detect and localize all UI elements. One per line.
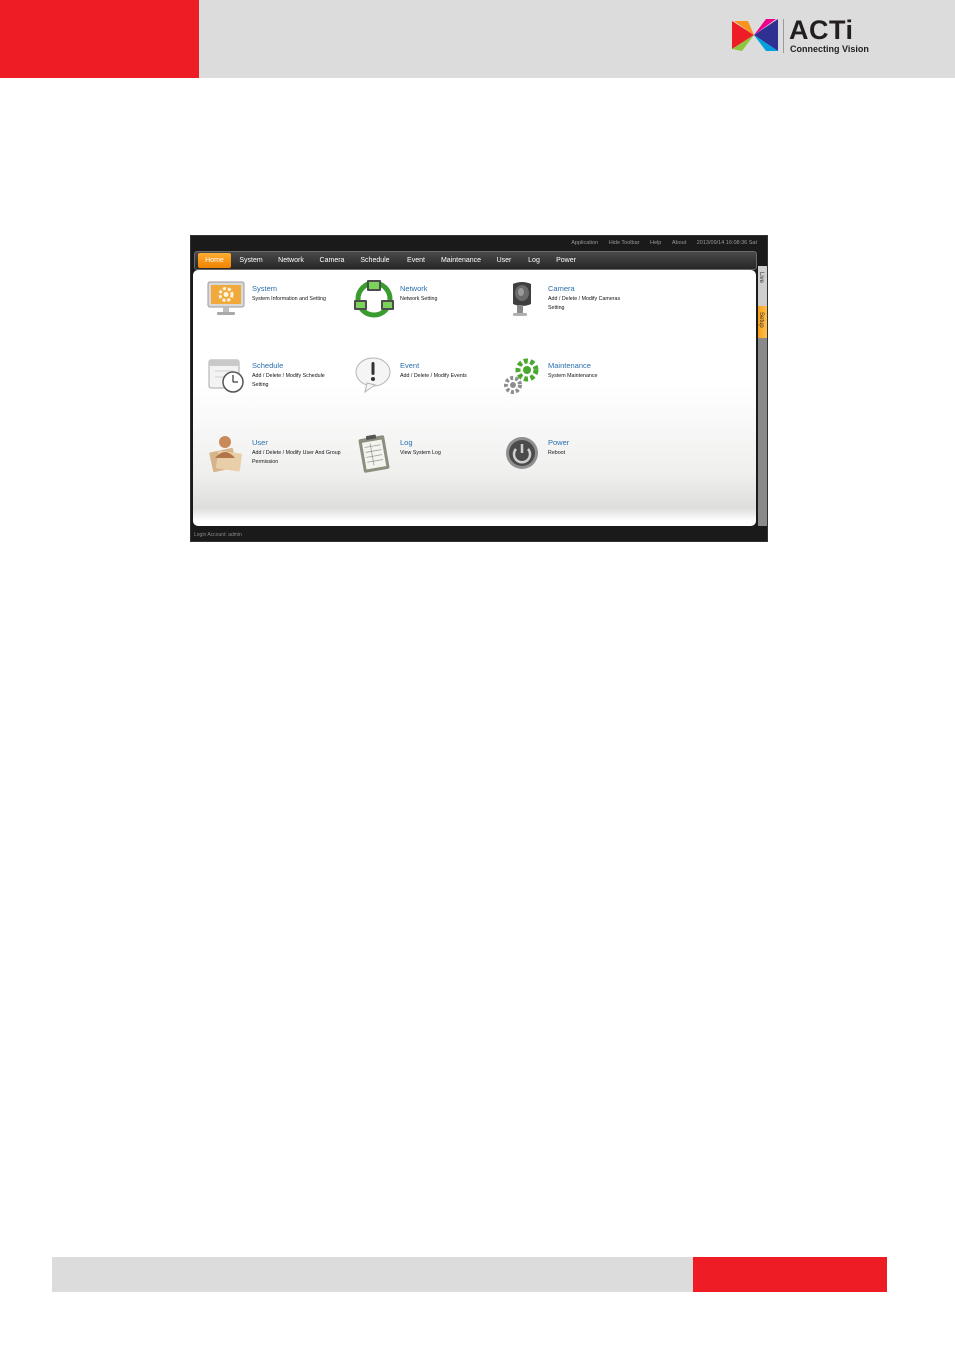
tile-power-title[interactable]: Power <box>548 438 569 447</box>
camera-web-ui: Application Hide Toolbar Help About 2013… <box>190 235 768 542</box>
tile-camera-title[interactable]: Camera <box>548 284 575 293</box>
camera-icon <box>513 282 531 316</box>
login-status: Login Account: admin <box>194 532 242 538</box>
power-button-icon <box>506 437 538 469</box>
tile-log-desc: View System Log <box>400 450 441 456</box>
menu-log[interactable]: Log <box>523 252 545 269</box>
side-tab-live[interactable]: Live <box>758 266 767 306</box>
tile-schedule-title[interactable]: Schedule <box>252 361 283 370</box>
tile-power[interactable]: Power Reboot <box>493 432 633 492</box>
butterfly-logo-icon <box>732 19 778 51</box>
tile-system-desc: System Information and Setting <box>252 296 326 302</box>
tile-schedule-desc: Add / Delete / Modify Schedule Setting <box>252 373 325 388</box>
clipboard-log-icon <box>358 434 390 473</box>
page-header: ACTi Connecting Vision <box>0 0 955 78</box>
monitor-gear-icon <box>207 281 245 315</box>
menu-home[interactable]: Home <box>198 253 231 268</box>
top-links: Application Hide Toolbar Help About 2013… <box>562 240 757 246</box>
tile-user[interactable]: User Add / Delete / Modify User And Grou… <box>197 432 341 492</box>
menu-event[interactable]: Event <box>401 252 431 269</box>
side-tab-live-label: Live <box>758 272 764 284</box>
side-tab-setup[interactable]: Setup <box>758 306 767 338</box>
tile-log-title[interactable]: Log <box>400 438 413 447</box>
tile-maintenance-title[interactable]: Maintenance <box>548 361 591 370</box>
gears-icon <box>504 358 539 394</box>
tile-power-desc: Reboot <box>548 450 566 456</box>
exclamation-bubble-icon <box>355 357 391 394</box>
acti-logo: ACTi Connecting Vision <box>732 15 872 57</box>
menu-camera[interactable]: Camera <box>315 252 349 269</box>
home-panel: System System Information and Setting Ne… <box>193 270 756 526</box>
tile-schedule[interactable]: Schedule Add / Delete / Modify Schedule … <box>197 355 337 415</box>
menu-power[interactable]: Power <box>551 252 581 269</box>
footer-bar <box>52 1257 693 1292</box>
hide-toolbar-link[interactable]: Hide Toolbar <box>609 240 640 246</box>
network-computers-icon <box>354 280 394 318</box>
tile-network-desc: Network Setting <box>400 296 438 302</box>
calendar-clock-icon <box>208 359 244 393</box>
menu-user[interactable]: User <box>491 252 517 269</box>
application-link[interactable]: Application <box>571 240 598 246</box>
side-strip <box>758 338 767 526</box>
tile-network[interactable]: Network Network Setting <box>345 278 485 338</box>
datetime-display: 2013/09/14 16:08:36 Sat <box>696 240 757 246</box>
tile-user-title[interactable]: User <box>252 438 268 447</box>
tile-system[interactable]: System System Information and Setting <box>197 278 337 338</box>
about-link[interactable]: About <box>672 240 686 246</box>
menu-schedule[interactable]: Schedule <box>355 252 395 269</box>
tile-user-desc: Add / Delete / Modify User And Group Per… <box>252 450 341 465</box>
tile-network-title[interactable]: Network <box>400 284 428 293</box>
tile-maintenance[interactable]: Maintenance System Maintenance <box>493 355 633 415</box>
tile-log[interactable]: Log View System Log <box>345 432 485 492</box>
tile-event[interactable]: Event Add / Delete / Modify Events <box>345 355 485 415</box>
menu-network[interactable]: Network <box>273 252 309 269</box>
tile-maintenance-desc: System Maintenance <box>548 373 598 379</box>
tile-camera-desc: Add / Delete / Modify Cameras Setting <box>548 296 621 311</box>
brand-name: ACTi <box>789 15 854 45</box>
help-link[interactable]: Help <box>650 240 661 246</box>
tile-event-title[interactable]: Event <box>400 361 419 370</box>
header-red-block <box>0 0 199 78</box>
main-menu: Home System Network Camera Schedule Even… <box>194 251 757 270</box>
user-papers-icon <box>209 436 243 473</box>
tile-system-title[interactable]: System <box>252 284 277 293</box>
side-tab-setup-label: Setup <box>758 312 764 328</box>
footer-red-block <box>693 1257 887 1292</box>
tile-event-desc: Add / Delete / Modify Events <box>400 373 467 379</box>
tile-camera[interactable]: Camera Add / Delete / Modify Cameras Set… <box>493 278 633 338</box>
logo-separator <box>783 19 784 53</box>
menu-maintenance[interactable]: Maintenance <box>437 252 485 269</box>
menu-system[interactable]: System <box>235 252 267 269</box>
brand-tagline: Connecting Vision <box>790 44 869 54</box>
